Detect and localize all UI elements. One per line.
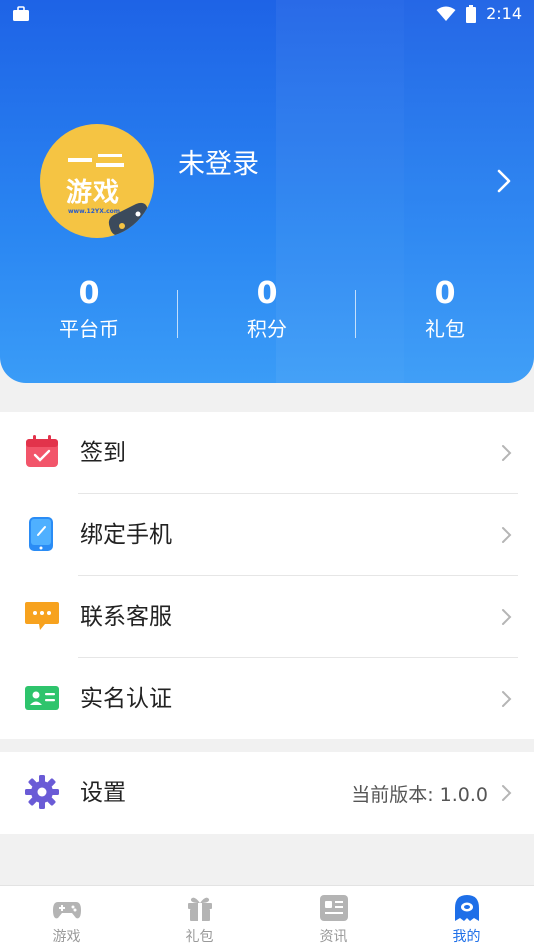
menu-item-label: 签到 (80, 440, 126, 466)
stat-label: 礼包 (425, 317, 465, 341)
menu-item-settings[interactable]: 设置 当前版本: 1.0.0 (0, 752, 534, 834)
stat-gifts[interactable]: 0 礼包 (356, 274, 534, 344)
menu-item-real-name[interactable]: 实名认证 (0, 658, 534, 740)
chevron-right-icon (502, 609, 512, 625)
stat-points[interactable]: 0 积分 (178, 274, 356, 344)
login-name[interactable]: 未登录 (178, 142, 259, 181)
chevron-right-icon (502, 785, 512, 801)
version-text: 当前版本: 1.0.0 (351, 784, 488, 806)
stats-row: 0 平台币 0 积分 0 礼包 (0, 274, 534, 350)
menu-item-customer-service[interactable]: 联系客服 (0, 576, 534, 658)
status-time: 2:14 (486, 4, 522, 23)
settings-label: 设置 (80, 780, 126, 806)
gear-icon (25, 775, 59, 809)
gift-icon (188, 897, 212, 921)
stat-value: 0 (78, 276, 100, 311)
settings-row[interactable]: 设置 当前版本: 1.0.0 (0, 752, 534, 834)
news-icon (320, 895, 348, 921)
gamepad-icon (53, 902, 81, 919)
id-card-icon (25, 686, 59, 710)
avatar[interactable]: 游戏 www.12YX.com (40, 124, 154, 238)
menu-item-label: 实名认证 (80, 686, 172, 712)
bottom-nav: 游戏 礼包 资讯 我的 (0, 885, 534, 949)
tab-news[interactable]: 资讯 (267, 886, 400, 949)
status-bar: 2:14 (0, 0, 534, 30)
chat-bubble-icon (25, 602, 59, 630)
menu-item-label: 联系客服 (80, 604, 172, 630)
logo-strokes-icon (68, 154, 124, 167)
phone-link-icon (29, 517, 53, 551)
stat-label: 积分 (247, 317, 287, 341)
calendar-check-icon (26, 435, 58, 467)
stat-value: 0 (256, 276, 278, 311)
chevron-right-icon (502, 445, 512, 461)
profile-ghost-icon (455, 895, 479, 921)
tab-label: 礼包 (185, 929, 214, 945)
stat-platform-coin[interactable]: 0 平台币 (0, 274, 178, 344)
tab-gifts[interactable]: 礼包 (133, 886, 266, 949)
profile-header: 2:14 游戏 www.12YX.com 未登录 0 平台币 0 积分 0 礼包 (0, 0, 534, 383)
wifi-icon (436, 6, 456, 21)
menu-item-checkin[interactable]: 签到 (0, 412, 534, 494)
tab-mine[interactable]: 我的 (400, 886, 533, 949)
battery-icon (466, 4, 477, 23)
menu-item-bind-phone[interactable]: 绑定手机 (0, 494, 534, 576)
tab-label: 资讯 (319, 929, 348, 945)
chevron-right-icon (502, 527, 512, 543)
stat-value: 0 (434, 276, 456, 311)
tab-label: 我的 (452, 929, 481, 945)
chevron-right-icon (502, 691, 512, 707)
stat-label: 平台币 (59, 317, 119, 341)
menu-list: 签到 绑定手机 联系客服 实名认证 (0, 412, 534, 739)
chevron-right-icon[interactable] (494, 168, 514, 194)
gamepad-logo-icon (108, 202, 148, 236)
tab-label: 游戏 (52, 929, 81, 945)
tab-games[interactable]: 游戏 (0, 886, 133, 949)
briefcase-icon (13, 6, 29, 21)
menu-item-label: 绑定手机 (80, 522, 172, 548)
